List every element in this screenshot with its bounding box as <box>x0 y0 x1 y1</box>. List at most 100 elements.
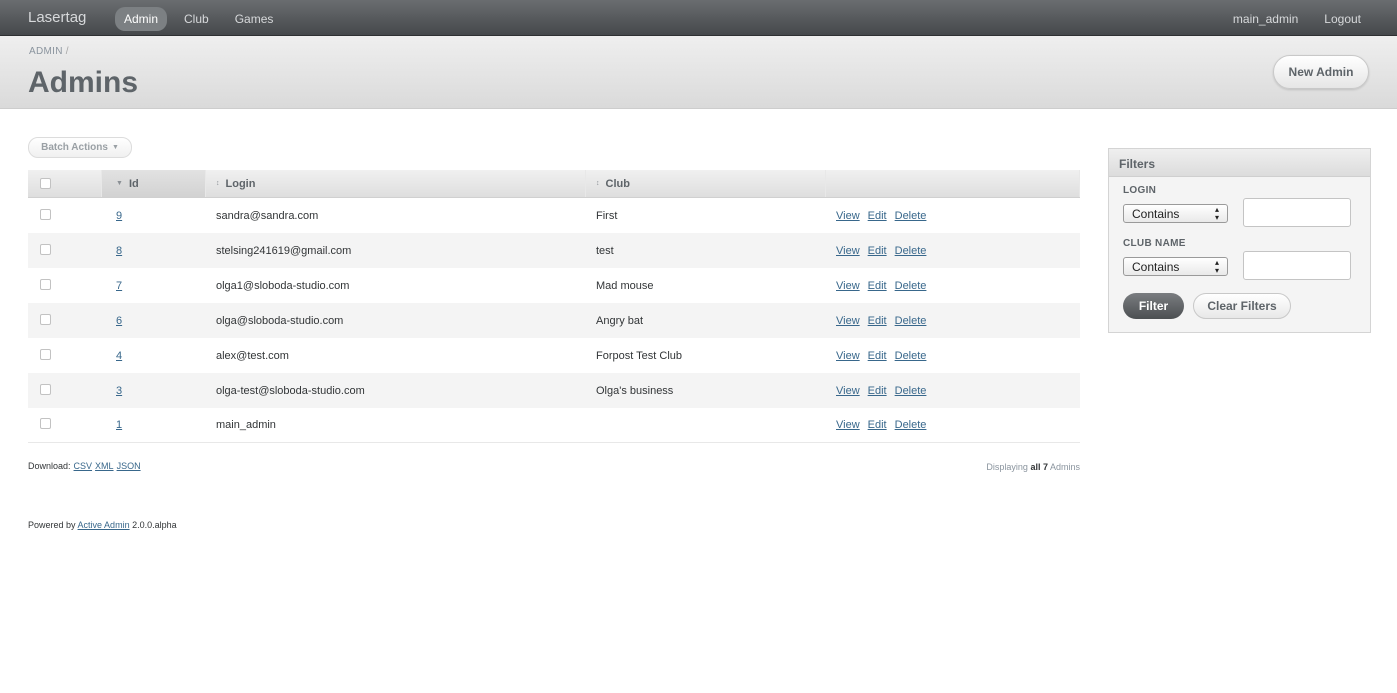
filters-title: Filters <box>1109 149 1370 177</box>
id-cell: 8 <box>102 245 206 257</box>
edit-link[interactable]: Edit <box>868 280 887 292</box>
displaying-suffix: Admins <box>1049 462 1080 472</box>
current-user-link[interactable]: main_admin <box>1233 12 1298 26</box>
id-link[interactable]: 6 <box>116 315 122 327</box>
row-checkbox[interactable] <box>40 348 51 360</box>
edit-link[interactable]: Edit <box>868 419 887 431</box>
filter-login-input[interactable] <box>1243 198 1351 227</box>
admins-table: ▼ Id ↕ Login ↕ Club 9 sandra@sandra.com First… <box>28 170 1080 443</box>
page-title: Admins <box>28 66 139 99</box>
clear-filters-button[interactable]: Clear Filters <box>1193 293 1291 319</box>
table-row: 4 alex@test.com Forpost Test Club View Edit D… <box>28 338 1080 373</box>
edit-link[interactable]: Edit <box>868 315 887 327</box>
row-checkbox[interactable] <box>40 208 51 220</box>
id-link[interactable]: 7 <box>116 280 122 292</box>
column-label: Id <box>128 177 139 190</box>
view-link[interactable]: View <box>836 419 860 431</box>
id-link[interactable]: 4 <box>116 350 122 362</box>
filter-club-name-input[interactable] <box>1243 251 1351 280</box>
nav-item-club[interactable]: Club <box>175 7 218 31</box>
row-select-cell <box>28 278 102 293</box>
club-cell: Olga's business <box>596 384 674 397</box>
delete-link[interactable]: Delete <box>895 315 927 327</box>
download-json-link[interactable]: JSON <box>117 461 141 471</box>
row-select-cell <box>28 383 102 398</box>
select-all-checkbox[interactable] <box>40 178 51 189</box>
main-nav: Admin Club Games <box>115 7 290 31</box>
view-link[interactable]: View <box>836 280 860 292</box>
top-navigation-bar: Lasertag Admin Club Games main_admin Log… <box>0 0 1397 36</box>
edit-link[interactable]: Edit <box>868 210 887 222</box>
row-checkbox[interactable] <box>40 313 51 325</box>
column-header-actions <box>826 170 1080 197</box>
delete-link[interactable]: Delete <box>895 419 927 431</box>
view-link[interactable]: View <box>836 315 860 327</box>
login-cell: olga-test@sloboda-studio.com <box>216 384 365 397</box>
id-link[interactable]: 9 <box>116 210 122 222</box>
row-select-cell <box>28 313 102 328</box>
edit-link[interactable]: Edit <box>868 245 887 257</box>
row-checkbox[interactable] <box>40 278 51 290</box>
delete-link[interactable]: Delete <box>895 245 927 257</box>
column-header-login[interactable]: ↕ Login <box>206 170 586 197</box>
id-link[interactable]: 3 <box>116 385 122 397</box>
download-label: Download: <box>28 461 71 471</box>
displaying-count: all 7 <box>1030 462 1048 472</box>
download-csv-link[interactable]: CSV <box>74 461 93 471</box>
id-cell: 1 <box>102 419 206 431</box>
delete-link[interactable]: Delete <box>895 210 927 222</box>
edit-link[interactable]: Edit <box>868 350 887 362</box>
breadcrumb-admin[interactable]: ADMIN <box>29 46 63 57</box>
row-select-cell <box>28 418 102 432</box>
pagination-info: Displaying all 7 Admins <box>979 462 1080 472</box>
table-header: ▼ Id ↕ Login ↕ Club <box>28 170 1080 198</box>
download-xml-link[interactable]: XML <box>95 461 114 471</box>
view-link[interactable]: View <box>836 385 860 397</box>
id-cell: 4 <box>102 350 206 362</box>
row-checkbox[interactable] <box>40 418 51 429</box>
delete-link[interactable]: Delete <box>895 385 927 397</box>
select-arrows-icon: ▴ ▾ <box>1214 257 1219 275</box>
nav-item-admin[interactable]: Admin <box>115 7 168 31</box>
actions-cell: View Edit Delete <box>826 315 1080 327</box>
id-cell: 9 <box>102 210 206 222</box>
filter-club-name-label: CLUB NAME <box>1123 238 1186 249</box>
delete-link[interactable]: Delete <box>895 280 927 292</box>
powered-prefix: Powered by <box>28 520 76 530</box>
select-value: Contains <box>1132 206 1180 221</box>
filter-club-name-operator-select[interactable]: Contains ▴ ▾ <box>1123 257 1228 276</box>
filter-login-operator-select[interactable]: Contains ▴ ▾ <box>1123 204 1228 223</box>
column-header-club[interactable]: ↕ Club <box>586 170 826 197</box>
nav-item-games[interactable]: Games <box>226 7 283 31</box>
table-row: 7 olga1@sloboda-studio.com Mad mouse View Ed… <box>28 268 1080 303</box>
view-link[interactable]: View <box>836 210 860 222</box>
edit-link[interactable]: Edit <box>868 385 887 397</box>
active-admin-link[interactable]: Active Admin <box>78 520 130 530</box>
filters-panel: Filters LOGIN Contains ▴ ▾ CLUB NAME Conta… <box>1108 148 1371 333</box>
logout-link[interactable]: Logout <box>1324 12 1361 26</box>
view-link[interactable]: View <box>836 245 860 257</box>
id-link[interactable]: 8 <box>116 245 122 257</box>
column-header-id[interactable]: ▼ Id <box>102 170 206 197</box>
id-cell: 6 <box>102 315 206 327</box>
table-row: 3 olga-test@sloboda-studio.com Olga's busi… <box>28 373 1080 408</box>
batch-actions-label: Batch Actions <box>41 142 108 153</box>
delete-link[interactable]: Delete <box>895 350 927 362</box>
row-select-cell <box>28 348 102 363</box>
breadcrumb: ADMIN / <box>29 46 69 57</box>
actions-cell: View Edit Delete <box>826 350 1080 362</box>
utility-nav: main_admin Logout <box>1207 12 1361 26</box>
login-cell: olga1@sloboda-studio.com <box>216 279 350 292</box>
row-checkbox[interactable] <box>40 383 51 395</box>
table-body: 9 sandra@sandra.com First View Edit Delete 8 st… <box>28 198 1080 443</box>
batch-actions-dropdown[interactable]: Batch Actions ▼ <box>28 137 132 158</box>
powered-by: Powered by Active Admin 2.0.0.alpha <box>28 520 177 530</box>
view-link[interactable]: View <box>836 350 860 362</box>
table-row: 8 stelsing241619@gmail.com test View Edit Del… <box>28 233 1080 268</box>
new-admin-button[interactable]: New Admin <box>1273 55 1369 89</box>
filter-button[interactable]: Filter <box>1123 293 1184 319</box>
id-link[interactable]: 1 <box>116 419 122 431</box>
site-title[interactable]: Lasertag <box>28 9 86 26</box>
row-checkbox[interactable] <box>40 243 51 255</box>
actions-cell: View Edit Delete <box>826 245 1080 257</box>
